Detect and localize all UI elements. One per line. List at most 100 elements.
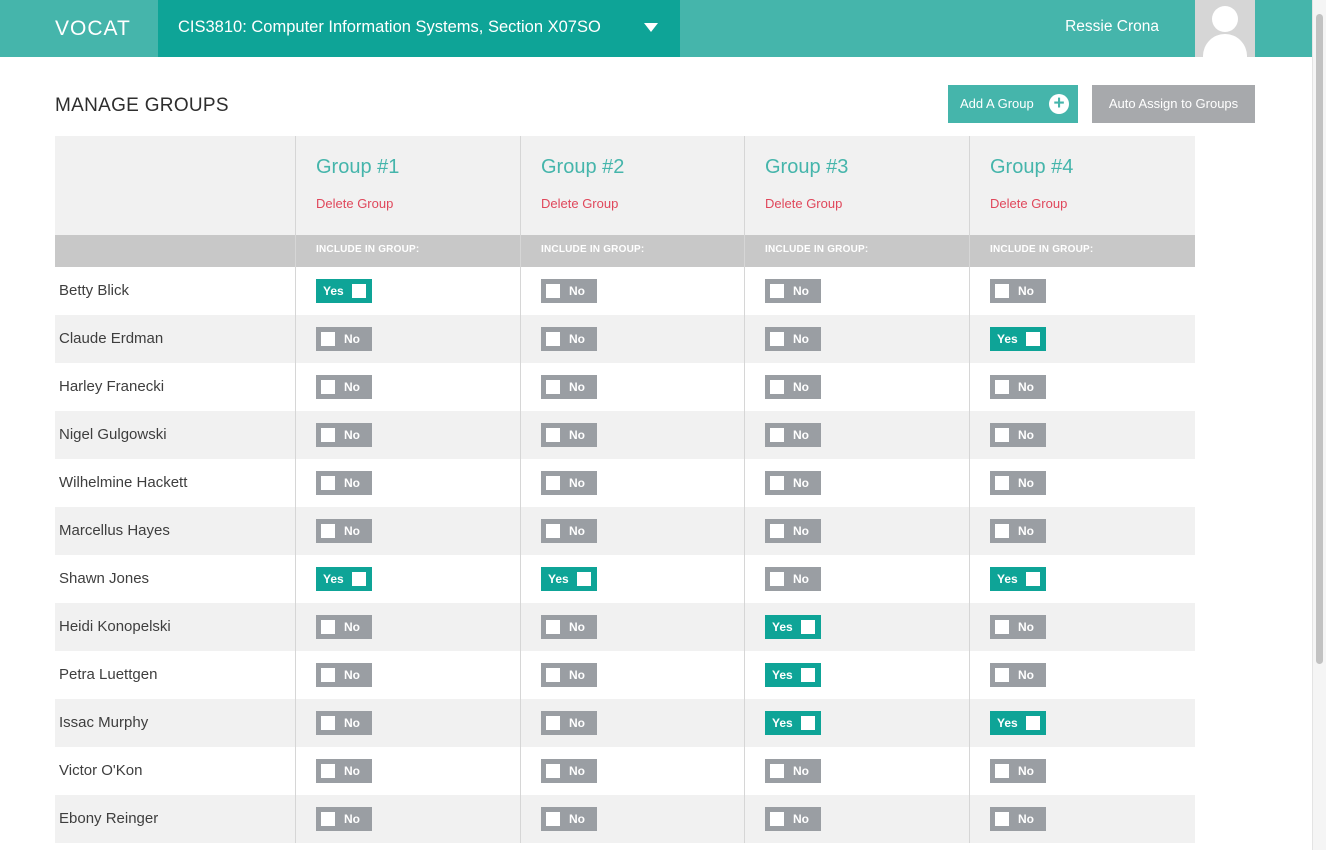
membership-cell: No — [295, 603, 520, 651]
group-name: Group #2 — [541, 156, 625, 178]
membership-cell: No — [295, 747, 520, 795]
toggle-knob — [1026, 332, 1040, 346]
membership-cell: No — [520, 651, 744, 699]
toggle-knob — [995, 284, 1009, 298]
vocat-logo[interactable]: VOCAT — [55, 17, 131, 40]
include-toggle[interactable]: No — [990, 759, 1046, 783]
include-toggle[interactable]: No — [541, 471, 597, 495]
include-toggle[interactable]: No — [541, 663, 597, 687]
include-toggle[interactable]: Yes — [316, 279, 372, 303]
include-toggle[interactable]: No — [541, 279, 597, 303]
include-toggle[interactable]: No — [316, 615, 372, 639]
include-toggle[interactable]: No — [765, 519, 821, 543]
include-toggle[interactable]: Yes — [765, 711, 821, 735]
include-header-cell: INCLUDE IN GROUP: — [744, 235, 969, 267]
include-toggle[interactable]: No — [541, 807, 597, 831]
toggle-knob — [995, 620, 1009, 634]
include-toggle[interactable]: No — [541, 327, 597, 351]
user-avatar[interactable] — [1195, 0, 1255, 57]
add-group-button[interactable]: Add A Group + — [948, 85, 1078, 123]
membership-cell: No — [744, 459, 969, 507]
include-toggle[interactable]: No — [990, 471, 1046, 495]
toggle-knob — [995, 668, 1009, 682]
delete-group-link[interactable]: Delete Group — [990, 196, 1067, 211]
include-toggle[interactable]: No — [990, 279, 1046, 303]
toggle-label: No — [1018, 476, 1034, 490]
delete-group-link[interactable]: Delete Group — [316, 196, 393, 211]
include-toggle[interactable]: No — [316, 471, 372, 495]
membership-cell: No — [969, 411, 1195, 459]
page-scrollbar[interactable] — [1312, 0, 1326, 850]
student-row: Nigel Gulgowski No No No No — [55, 411, 1195, 459]
include-toggle[interactable]: No — [316, 519, 372, 543]
include-toggle[interactable]: No — [765, 807, 821, 831]
toggle-label: No — [1018, 380, 1034, 394]
toggle-knob — [321, 812, 335, 826]
include-toggle[interactable]: No — [541, 519, 597, 543]
include-toggle[interactable]: No — [541, 711, 597, 735]
toggle-knob — [546, 284, 560, 298]
include-toggle[interactable]: No — [765, 327, 821, 351]
include-toggle[interactable]: No — [765, 471, 821, 495]
include-toggle[interactable]: Yes — [765, 663, 821, 687]
toggle-label: No — [569, 476, 585, 490]
include-toggle[interactable]: No — [765, 759, 821, 783]
membership-cell: No — [520, 411, 744, 459]
include-toggle[interactable]: No — [765, 423, 821, 447]
include-toggle[interactable]: Yes — [765, 615, 821, 639]
toggle-label: No — [344, 812, 360, 826]
include-toggle[interactable]: No — [316, 663, 372, 687]
toggle-label: No — [569, 380, 585, 394]
toggle-knob — [995, 380, 1009, 394]
user-name[interactable]: Ressie Crona — [1065, 18, 1159, 36]
include-toggle[interactable]: No — [765, 375, 821, 399]
include-toggle[interactable]: No — [990, 807, 1046, 831]
toggle-knob — [770, 332, 784, 346]
include-toggle[interactable]: No — [316, 423, 372, 447]
include-toggle[interactable]: No — [541, 615, 597, 639]
include-toggle[interactable]: No — [765, 279, 821, 303]
include-toggle[interactable]: No — [990, 375, 1046, 399]
auto-assign-button[interactable]: Auto Assign to Groups — [1092, 85, 1255, 123]
caret-down-icon[interactable] — [644, 23, 658, 32]
add-group-label: Add A Group — [960, 96, 1034, 111]
membership-cell: No — [744, 267, 969, 315]
toggle-label: No — [344, 620, 360, 634]
include-toggle[interactable]: No — [316, 807, 372, 831]
include-toggle[interactable]: Yes — [316, 567, 372, 591]
include-toggle[interactable]: Yes — [541, 567, 597, 591]
include-toggle[interactable]: No — [765, 567, 821, 591]
membership-cell: No — [295, 795, 520, 843]
include-toggle[interactable]: No — [541, 375, 597, 399]
include-toggle[interactable]: No — [990, 615, 1046, 639]
include-toggle[interactable]: Yes — [990, 327, 1046, 351]
include-toggle[interactable]: No — [990, 663, 1046, 687]
course-selector[interactable]: CIS3810: Computer Information Systems, S… — [158, 0, 680, 57]
include-toggle[interactable]: Yes — [990, 567, 1046, 591]
membership-cell: No — [520, 747, 744, 795]
include-toggle[interactable]: No — [990, 519, 1046, 543]
include-toggle[interactable]: Yes — [990, 711, 1046, 735]
toggle-knob — [546, 524, 560, 538]
include-toggle[interactable]: No — [990, 423, 1046, 447]
toggle-label: No — [1018, 428, 1034, 442]
include-in-group-label: INCLUDE IN GROUP: — [765, 244, 869, 255]
include-toggle[interactable]: No — [541, 423, 597, 447]
include-toggle[interactable]: No — [316, 711, 372, 735]
scrollbar-thumb[interactable] — [1316, 14, 1323, 664]
include-toggle[interactable]: No — [541, 759, 597, 783]
include-toggle[interactable]: No — [316, 759, 372, 783]
include-header-cell: INCLUDE IN GROUP: — [520, 235, 744, 267]
delete-group-link[interactable]: Delete Group — [765, 196, 842, 211]
include-toggle[interactable]: No — [316, 327, 372, 351]
membership-cell: No — [744, 555, 969, 603]
toggle-knob — [546, 332, 560, 346]
delete-group-link[interactable]: Delete Group — [541, 196, 618, 211]
include-header-corner — [55, 235, 295, 267]
toggle-label: No — [793, 812, 809, 826]
include-toggle[interactable]: No — [316, 375, 372, 399]
group-header: Group #1 Delete Group — [295, 136, 520, 235]
toggle-label: No — [569, 524, 585, 538]
membership-cell: Yes — [744, 699, 969, 747]
course-title[interactable]: CIS3810: Computer Information Systems, S… — [178, 18, 601, 37]
